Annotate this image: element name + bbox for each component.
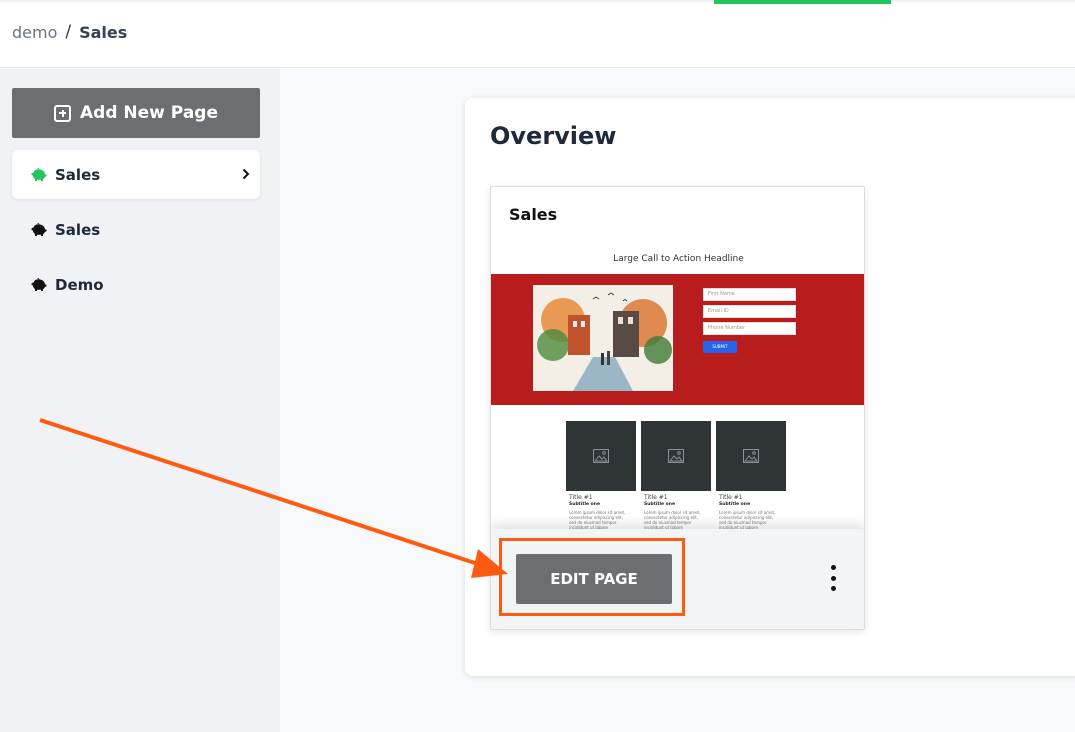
preview-headline: Large Call to Action Headline xyxy=(613,254,744,264)
page-title: Overview xyxy=(490,122,617,150)
image-placeholder-icon xyxy=(716,421,786,491)
preview-submit-button: SUBMIT xyxy=(703,341,737,353)
top-bar: demo / Sales xyxy=(0,0,1075,68)
tile-body: Lorem ipsum dolor sit amet, consectetur … xyxy=(719,510,776,530)
plus-square-icon xyxy=(54,104,72,122)
breadcrumb: demo / Sales xyxy=(12,22,127,42)
tile-subtitle: Subtitle one xyxy=(569,502,601,507)
piggy-bank-icon xyxy=(31,277,47,291)
sidebar-item-sales-active[interactable]: Sales xyxy=(12,150,260,199)
sidebar: Add New Page Sales Sales Demo xyxy=(0,69,280,732)
page-card-title: Sales xyxy=(509,205,558,224)
chevron-right-icon xyxy=(242,165,250,184)
sidebar-item-sales[interactable]: Sales xyxy=(12,205,260,254)
preview-tile: Title #1 Subtitle one Lorem ipsum dolor … xyxy=(566,421,636,546)
preview-phone-field: Phone Number xyxy=(703,322,796,335)
tile-title: Title #1 xyxy=(644,494,668,501)
preview-first-name-field: First Name xyxy=(703,288,796,301)
breadcrumb-current: Sales xyxy=(79,22,128,42)
sidebar-item-label: Sales xyxy=(55,165,101,184)
image-placeholder-icon xyxy=(641,421,711,491)
preview-hero-section: First Name Email ID Phone Number SUBMIT xyxy=(491,274,864,405)
piggy-bank-icon xyxy=(31,167,47,181)
tile-body: Lorem ipsum dolor sit amet, consectetur … xyxy=(569,510,626,530)
tile-subtitle: Subtitle one xyxy=(719,502,751,507)
preview-email-field: Email ID xyxy=(703,305,796,318)
preview-tile: Title #1 Subtitle one Lorem ipsum dolor … xyxy=(716,421,786,546)
add-new-page-button[interactable]: Add New Page xyxy=(12,88,260,138)
more-options-icon[interactable] xyxy=(825,565,841,591)
tile-title: Title #1 xyxy=(569,494,593,501)
tile-body: Lorem ipsum dolor sit amet, consectetur … xyxy=(644,510,701,530)
sidebar-item-label: Demo xyxy=(55,275,104,294)
add-new-page-label: Add New Page xyxy=(80,103,218,123)
tile-title: Title #1 xyxy=(719,494,743,501)
active-tab-indicator xyxy=(714,0,891,4)
preview-tile: Title #1 Subtitle one Lorem ipsum dolor … xyxy=(641,421,711,546)
sidebar-item-label: Sales xyxy=(55,220,101,239)
preview-watercolor-image xyxy=(533,285,673,391)
page-preview-thumbnail[interactable]: Large Call to Action Headline First Name… xyxy=(491,244,864,546)
tile-subtitle: Subtitle one xyxy=(644,502,676,507)
breadcrumb-root[interactable]: demo xyxy=(12,23,57,42)
annotation-highlight-box xyxy=(499,538,685,616)
sidebar-item-demo[interactable]: Demo xyxy=(12,260,260,309)
breadcrumb-separator: / xyxy=(65,22,72,42)
image-placeholder-icon xyxy=(566,421,636,491)
piggy-bank-icon xyxy=(31,222,47,236)
top-shadow xyxy=(0,0,1075,3)
